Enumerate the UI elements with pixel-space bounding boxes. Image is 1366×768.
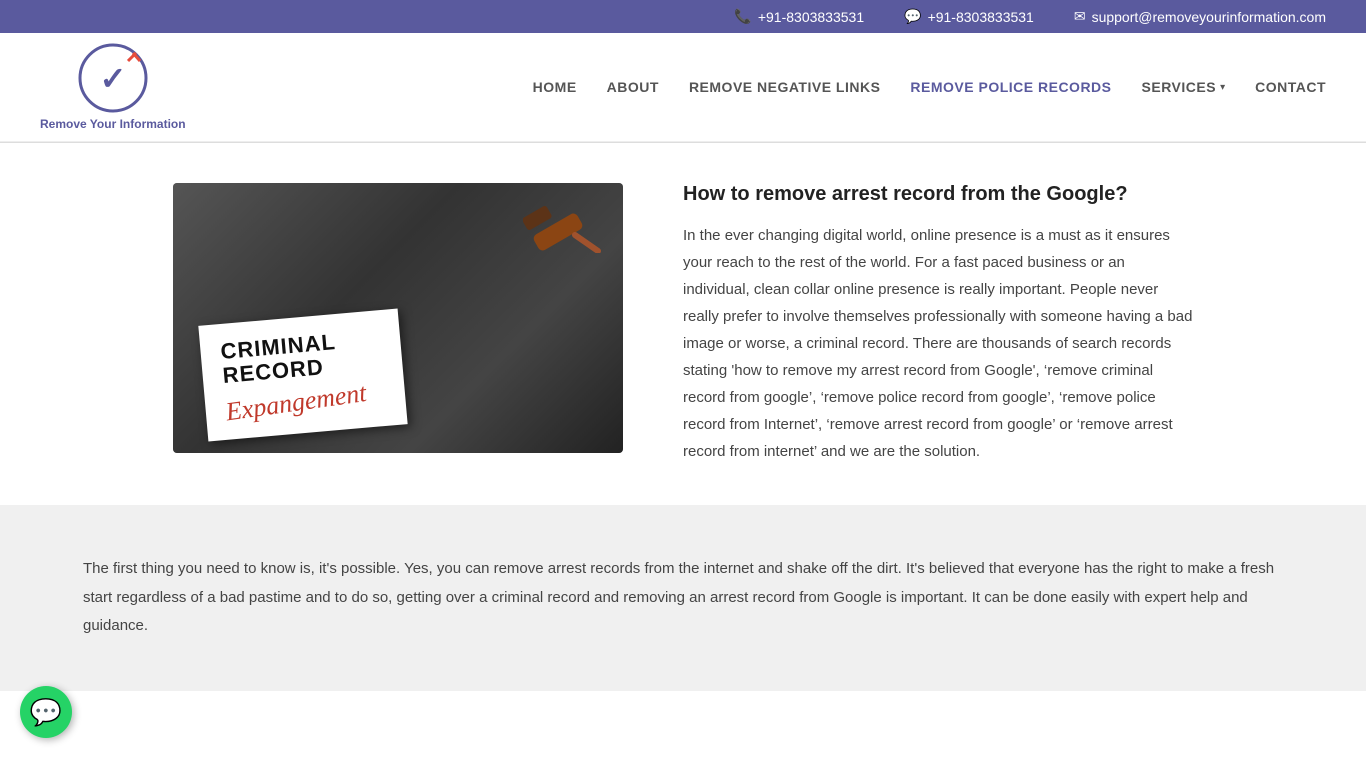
article-image: CRIMINALRECORD Expangement — [173, 183, 623, 453]
phone2-text: +91-8303833531 — [928, 9, 1034, 25]
nav-services-menu: SERVICES ▾ — [1142, 79, 1226, 95]
email-text: support@removeyourinformation.com — [1092, 9, 1326, 25]
article-body: In the ever changing digital world, onli… — [683, 222, 1193, 465]
article-text-section: How to remove arrest record from the Goo… — [683, 183, 1193, 465]
nav-divider — [0, 142, 1366, 143]
main-content: CRIMINALRECORD Expangement How to remove… — [133, 183, 1233, 465]
image-background: CRIMINALRECORD Expangement — [173, 183, 623, 453]
whatsapp-icon: 💬 — [904, 8, 921, 25]
nav-about[interactable]: ABOUT — [607, 79, 659, 95]
nav-remove-police-records[interactable]: REMOVE POLICE RECORDS — [910, 79, 1111, 95]
whatsapp-contact[interactable]: 💬 +91-8303833531 — [904, 8, 1034, 25]
logo-icon: ✓ — [78, 43, 148, 113]
nav-home[interactable]: HOME — [533, 79, 577, 95]
header: ✓ Remove Your Information HOME ABOUT REM… — [0, 33, 1366, 142]
top-bar: 📞 +91-8303833531 💬 +91-8303833531 ✉ supp… — [0, 0, 1366, 33]
whatsapp-float-icon: 💬 — [30, 697, 62, 728]
criminal-record-paper: CRIMINALRECORD Expangement — [198, 308, 407, 441]
email-icon: ✉ — [1074, 8, 1086, 25]
svg-text:✓: ✓ — [99, 60, 126, 96]
article-heading: How to remove arrest record from the Goo… — [683, 183, 1193, 206]
nav-services[interactable]: SERVICES — [1142, 79, 1217, 95]
gavel-svg — [523, 203, 603, 253]
services-dropdown-icon: ▾ — [1220, 82, 1225, 93]
logo-text: Remove Your Information — [40, 117, 186, 131]
phone-icon: 📞 — [734, 8, 751, 25]
whatsapp-float-button[interactable]: 💬 — [20, 686, 72, 738]
main-nav: HOME ABOUT REMOVE NEGATIVE LINKS REMOVE … — [533, 79, 1326, 95]
logo[interactable]: ✓ Remove Your Information — [40, 43, 186, 131]
nav-contact[interactable]: CONTACT — [1255, 79, 1326, 95]
email-contact[interactable]: ✉ support@removeyourinformation.com — [1074, 8, 1326, 25]
footer-section: The first thing you need to know is, it'… — [0, 505, 1366, 691]
nav-remove-negative-links[interactable]: REMOVE NEGATIVE LINKS — [689, 79, 880, 95]
phone-contact[interactable]: 📞 +91-8303833531 — [734, 8, 864, 25]
footer-body-text: The first thing you need to know is, it'… — [83, 555, 1283, 641]
phone1-text: +91-8303833531 — [758, 9, 864, 25]
expungement-text: Expangement — [224, 378, 368, 427]
